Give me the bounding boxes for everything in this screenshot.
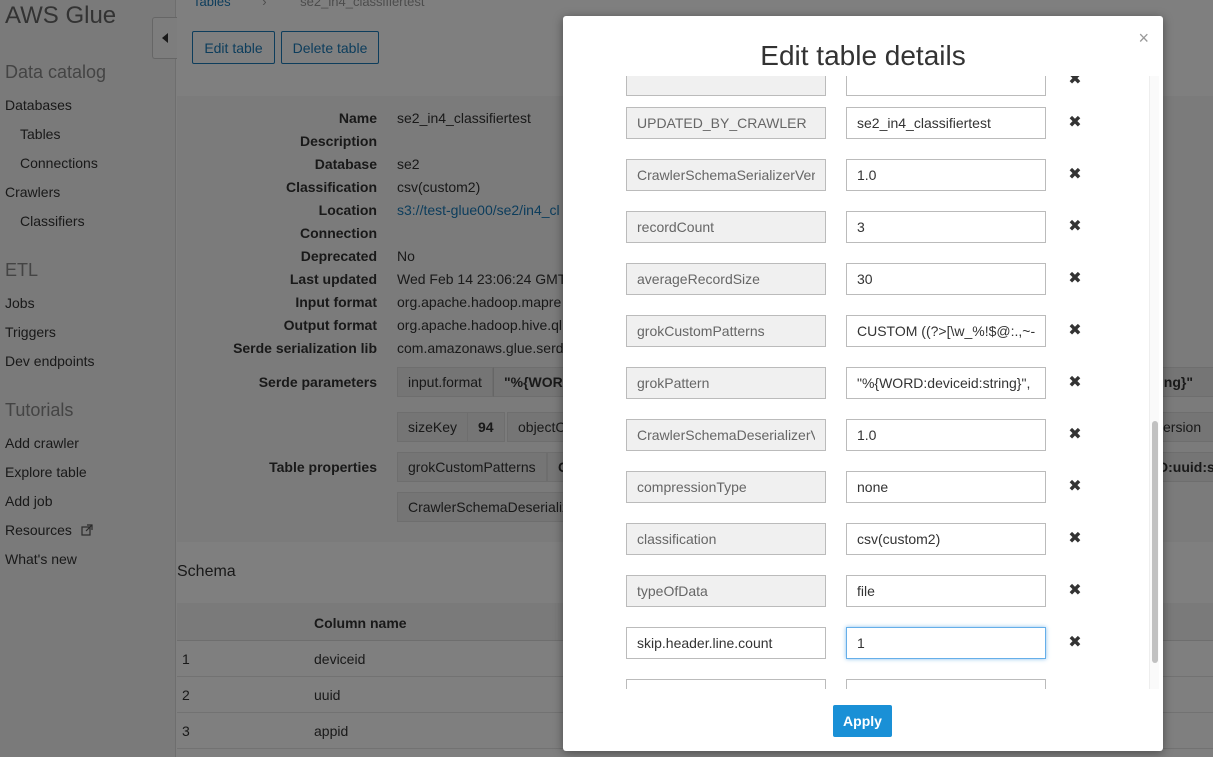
property-row: ✖ [563, 263, 1163, 295]
property-row-clipped-bottom [563, 679, 1163, 689]
property-value-input[interactable] [846, 315, 1046, 347]
property-value-input[interactable] [846, 367, 1046, 399]
property-row: ✖ [563, 315, 1163, 347]
property-value-input[interactable] [846, 107, 1046, 139]
property-row: ✖ [563, 471, 1163, 503]
property-value-input[interactable] [846, 471, 1046, 503]
property-value-input[interactable] [846, 263, 1046, 295]
property-row: ✖ [563, 419, 1163, 451]
property-value-input[interactable] [846, 679, 1046, 689]
property-row: ✖ [563, 211, 1163, 243]
remove-property-icon[interactable]: ✖ [1065, 529, 1085, 549]
modal-title: Edit table details [760, 40, 966, 71]
remove-property-icon[interactable]: ✖ [1065, 373, 1085, 393]
property-row-new: ✖ [563, 627, 1163, 659]
property-key-input[interactable] [626, 419, 826, 451]
remove-property-icon[interactable]: ✖ [1065, 76, 1085, 90]
remove-property-icon[interactable]: ✖ [1065, 269, 1085, 289]
property-value-input[interactable] [846, 523, 1046, 555]
property-row: ✖ [563, 159, 1163, 191]
property-row: ✖ [563, 107, 1163, 139]
apply-button[interactable]: Apply [833, 705, 892, 737]
property-key-input[interactable] [626, 627, 826, 659]
scrollbar-thumb[interactable] [1152, 421, 1158, 663]
property-value-input[interactable] [846, 211, 1046, 243]
remove-property-icon[interactable]: ✖ [1065, 165, 1085, 185]
property-value-input[interactable] [846, 627, 1046, 659]
property-value-input[interactable] [846, 575, 1046, 607]
property-key-input[interactable] [626, 211, 826, 243]
property-key-input[interactable] [626, 471, 826, 503]
property-key-input[interactable] [626, 76, 826, 96]
remove-property-icon[interactable]: ✖ [1065, 581, 1085, 601]
remove-property-icon[interactable]: ✖ [1065, 425, 1085, 445]
property-key-input[interactable] [626, 575, 826, 607]
modal-scrollbar[interactable] [1149, 76, 1159, 689]
remove-property-icon[interactable]: ✖ [1065, 217, 1085, 237]
property-key-input[interactable] [626, 263, 826, 295]
property-row: ✖ [563, 367, 1163, 399]
property-key-input[interactable] [626, 315, 826, 347]
property-key-input[interactable] [626, 523, 826, 555]
property-value-input[interactable] [846, 159, 1046, 191]
property-key-input[interactable] [626, 159, 826, 191]
property-key-input[interactable] [626, 107, 826, 139]
edit-table-modal: Edit table details × ✖ ✖ ✖ ✖ ✖ [563, 16, 1163, 751]
close-icon[interactable]: × [1138, 28, 1149, 49]
property-row: ✖ [563, 575, 1163, 607]
property-key-input[interactable] [626, 367, 826, 399]
property-value-input[interactable] [846, 419, 1046, 451]
remove-property-icon[interactable]: ✖ [1065, 321, 1085, 341]
remove-property-icon[interactable]: ✖ [1065, 113, 1085, 133]
remove-property-icon[interactable]: ✖ [1065, 477, 1085, 497]
properties-list: ✖ ✖ ✖ ✖ ✖ ✖ ✖ [563, 76, 1163, 689]
property-key-input[interactable] [626, 679, 826, 689]
property-row: ✖ [563, 523, 1163, 555]
remove-property-icon[interactable]: ✖ [1065, 633, 1085, 653]
property-value-input[interactable] [846, 76, 1046, 96]
property-row-clipped-top: ✖ [563, 76, 1163, 96]
